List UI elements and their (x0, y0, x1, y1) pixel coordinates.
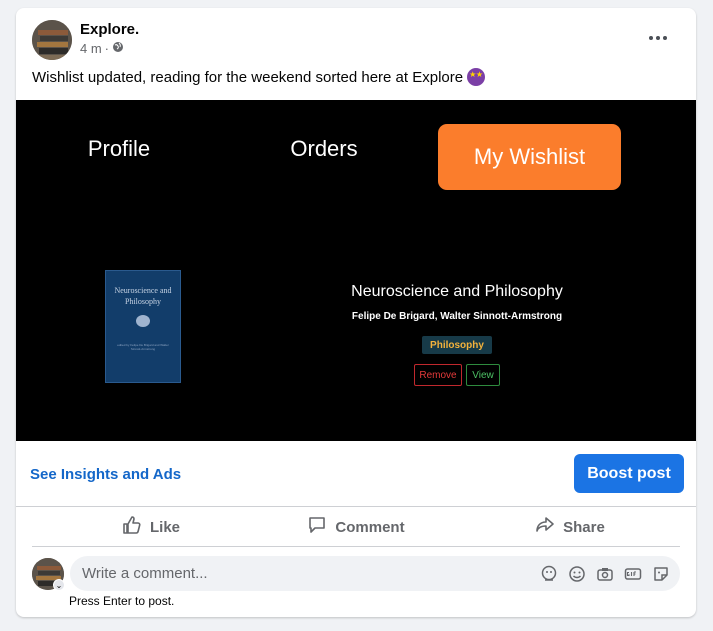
view-button: View (466, 364, 500, 386)
tab-profile: Profile (87, 136, 151, 161)
comment-label: Comment (335, 518, 405, 536)
star-struck-emoji-icon (467, 68, 486, 86)
comment-button[interactable]: Comment (301, 513, 411, 541)
divider (32, 546, 680, 547)
camera-icon[interactable] (595, 564, 615, 584)
book-cover-title: Neuroscience and Philosophy (114, 286, 172, 306)
gif-icon[interactable] (623, 564, 643, 584)
like-label: Like (149, 518, 180, 536)
book-cover-editors: edited by Felipe De Brigard and Walter S… (117, 343, 169, 351)
brain-icon (136, 315, 150, 327)
post-image[interactable]: Profile Orders My Wishlist Neuroscience … (16, 100, 696, 441)
tab-orders: Orders (290, 136, 358, 161)
sticker-icon[interactable] (651, 564, 671, 584)
avatar-sticker-icon[interactable] (539, 564, 559, 584)
caption-text: Wishlist updated, reading for the weeken… (32, 68, 464, 86)
comment-input[interactable] (82, 556, 522, 591)
like-button[interactable]: Like (96, 513, 206, 541)
post-card: Explore. 4 m · Wishlist updated, reading… (16, 8, 696, 617)
page-avatar[interactable] (32, 20, 72, 60)
see-insights-link[interactable]: See Insights and Ads (30, 466, 181, 483)
post-caption: Wishlist updated, reading for the weeken… (32, 68, 486, 86)
book-title: Neuroscience and Philosophy (351, 283, 563, 300)
post-header: Explore. 4 m · (32, 20, 680, 60)
share-button[interactable]: Share (530, 513, 610, 541)
comment-icon (307, 515, 327, 539)
page-name[interactable]: Explore. (80, 21, 139, 38)
more-options-icon[interactable] (644, 24, 672, 52)
boost-post-button[interactable]: Boost post (574, 454, 684, 493)
share-label: Share (563, 518, 605, 536)
chevron-down-icon[interactable]: ⌄ (53, 579, 65, 591)
comment-box (70, 556, 680, 591)
thumbs-up-icon (122, 515, 142, 539)
book-cover: Neuroscience and Philosophy edited by Fe… (105, 270, 181, 383)
book-genre-badge: Philosophy (422, 336, 492, 354)
tab-my-wishlist: My Wishlist (438, 124, 621, 190)
post-time[interactable]: 4 m (80, 41, 102, 56)
divider (16, 506, 696, 507)
emoji-icon[interactable] (567, 564, 587, 584)
globe-icon (112, 41, 124, 56)
press-enter-hint: Press Enter to post. (69, 594, 175, 608)
meta-separator: · (104, 41, 110, 56)
remove-button: Remove (414, 364, 462, 386)
post-meta: 4 m · (80, 41, 124, 56)
book-authors: Felipe De Brigard, Walter Sinnott-Armstr… (351, 311, 563, 322)
share-icon (535, 515, 555, 539)
